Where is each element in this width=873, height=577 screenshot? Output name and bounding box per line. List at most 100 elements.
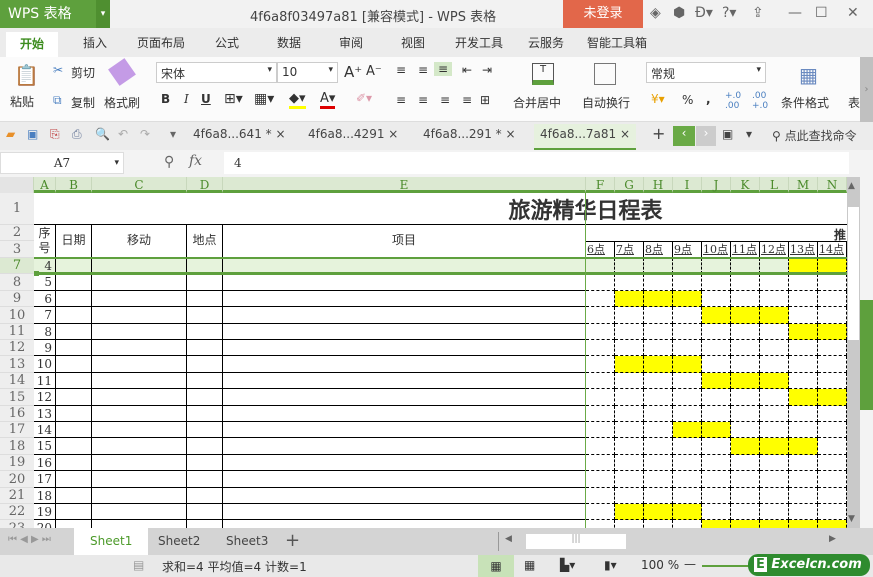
side-panel-toggle[interactable] <box>860 300 873 410</box>
schedule-cell-highlighted[interactable] <box>760 520 789 528</box>
increase-font-icon[interactable]: A⁺ <box>344 63 362 81</box>
table-cell[interactable] <box>92 340 187 356</box>
schedule-cell[interactable] <box>818 307 847 324</box>
table-cell[interactable] <box>92 274 187 291</box>
schedule-cell-highlighted[interactable] <box>615 356 644 373</box>
schedule-cell[interactable] <box>731 471 760 488</box>
seq-cell[interactable]: 20 <box>34 520 56 528</box>
schedule-cell[interactable] <box>586 274 615 291</box>
schedule-cell[interactable] <box>731 340 760 356</box>
schedule-cell[interactable] <box>644 406 673 422</box>
table-cell[interactable] <box>223 520 586 528</box>
tab-view[interactable]: 视图 <box>401 34 425 51</box>
column-header[interactable]: L <box>760 177 789 193</box>
table-cell[interactable] <box>223 422 586 438</box>
page-break-view-icon[interactable]: ▦ <box>524 558 535 572</box>
seq-cell[interactable]: 16 <box>34 455 56 471</box>
table-cell[interactable] <box>56 471 92 488</box>
schedule-cell[interactable] <box>760 324 789 340</box>
table-cell[interactable] <box>56 324 92 340</box>
sheet-tab-1[interactable]: Sheet1 <box>74 528 149 555</box>
save-icon[interactable]: ▣ <box>27 127 38 141</box>
row-header[interactable]: 20 <box>0 471 34 488</box>
column-header[interactable]: E <box>223 177 586 193</box>
schedule-cell[interactable] <box>789 406 818 422</box>
schedule-cell[interactable] <box>789 373 818 389</box>
app-menu-button[interactable]: WPS 表格 ▾ <box>0 0 110 28</box>
row-header[interactable]: 7 <box>0 258 34 274</box>
schedule-cell[interactable] <box>615 274 644 291</box>
schedule-cell[interactable] <box>702 438 731 455</box>
table-cell[interactable] <box>92 504 187 520</box>
font-size-select[interactable]: 10 ▾ <box>277 62 338 83</box>
table-cell[interactable] <box>223 340 586 356</box>
justify-icon[interactable]: ≡ <box>462 93 472 107</box>
table-cell[interactable] <box>187 340 223 356</box>
seq-cell[interactable]: 7 <box>34 307 56 324</box>
schedule-cell[interactable] <box>702 274 731 291</box>
schedule-cell[interactable] <box>644 471 673 488</box>
schedule-cell[interactable] <box>789 488 818 504</box>
seq-cell[interactable]: 14 <box>34 422 56 438</box>
feedback-icon[interactable]: Ð▾ <box>695 5 713 21</box>
table-cell[interactable] <box>187 520 223 528</box>
schedule-cell[interactable] <box>644 488 673 504</box>
window-icon[interactable]: ▣ <box>722 127 733 141</box>
table-cell[interactable] <box>92 488 187 504</box>
h-scroll-thumb[interactable]: ||| <box>526 534 626 549</box>
schedule-cell[interactable] <box>586 324 615 340</box>
schedule-cell[interactable] <box>644 520 673 528</box>
schedule-cell-highlighted[interactable] <box>702 422 731 438</box>
table-cell[interactable] <box>187 471 223 488</box>
align-right-icon[interactable]: ≡ <box>440 93 450 107</box>
seq-cell[interactable]: 18 <box>34 488 56 504</box>
schedule-cell[interactable] <box>702 455 731 471</box>
bold-button[interactable]: B <box>161 92 170 106</box>
table-cell[interactable] <box>223 455 586 471</box>
schedule-cell[interactable] <box>760 455 789 471</box>
increase-decimal-icon[interactable]: +.0.00 <box>725 91 741 111</box>
ribbon-scroll-right[interactable]: › <box>860 57 873 122</box>
table-cell[interactable] <box>187 455 223 471</box>
spreadsheet-grid[interactable]: A B C D E F G H I J K L M N 1 2 3 旅游精华日程表 序号 日期 移动 地点 项目推 6点 7点 8… <box>0 177 847 528</box>
new-tab-button[interactable]: + <box>652 124 665 143</box>
schedule-cell-highlighted[interactable] <box>702 307 731 324</box>
indent-increase-icon[interactable]: ⇥ <box>482 63 492 77</box>
schedule-cell[interactable] <box>644 274 673 291</box>
decrease-font-icon[interactable]: A⁻ <box>366 64 382 79</box>
row-header[interactable]: 1 <box>0 193 34 225</box>
wrap-text-button[interactable]: 自动换行 <box>582 94 630 111</box>
table-cell[interactable] <box>92 307 187 324</box>
row-header[interactable]: 12 <box>0 340 34 356</box>
fill-handle[interactable] <box>34 271 39 276</box>
schedule-cell[interactable] <box>789 504 818 520</box>
schedule-cell[interactable] <box>731 274 760 291</box>
table-cell[interactable] <box>92 422 187 438</box>
column-header[interactable]: M <box>789 177 818 193</box>
horizontal-scrollbar[interactable]: ◀ ||| ▶ <box>498 532 844 551</box>
close-icon[interactable]: × <box>620 127 630 141</box>
schedule-cell[interactable] <box>702 340 731 356</box>
schedule-cell-highlighted[interactable] <box>731 520 760 528</box>
schedule-cell[interactable] <box>702 389 731 406</box>
seq-cell[interactable]: 11 <box>34 373 56 389</box>
row-header[interactable]: 15 <box>0 389 34 406</box>
schedule-cell[interactable] <box>818 373 847 389</box>
schedule-cell-highlighted[interactable] <box>818 520 847 528</box>
table-cell[interactable] <box>223 373 586 389</box>
schedule-cell[interactable] <box>644 340 673 356</box>
column-header[interactable]: J <box>702 177 731 193</box>
select-all-corner[interactable] <box>0 177 34 193</box>
table-cell[interactable] <box>187 274 223 291</box>
open-icon[interactable]: ▰ <box>6 127 15 141</box>
schedule-cell[interactable] <box>818 455 847 471</box>
align-center-icon[interactable]: ≡ <box>418 93 428 107</box>
table-cell[interactable] <box>187 291 223 307</box>
table-cell[interactable] <box>56 488 92 504</box>
tab-next-button[interactable]: › <box>696 126 716 146</box>
maximize-icon[interactable]: ☐ <box>815 5 828 21</box>
font-color-icon[interactable]: A▾ <box>320 91 336 109</box>
seq-cell[interactable]: 5 <box>34 274 56 291</box>
schedule-cell[interactable] <box>702 324 731 340</box>
schedule-cell[interactable] <box>789 471 818 488</box>
